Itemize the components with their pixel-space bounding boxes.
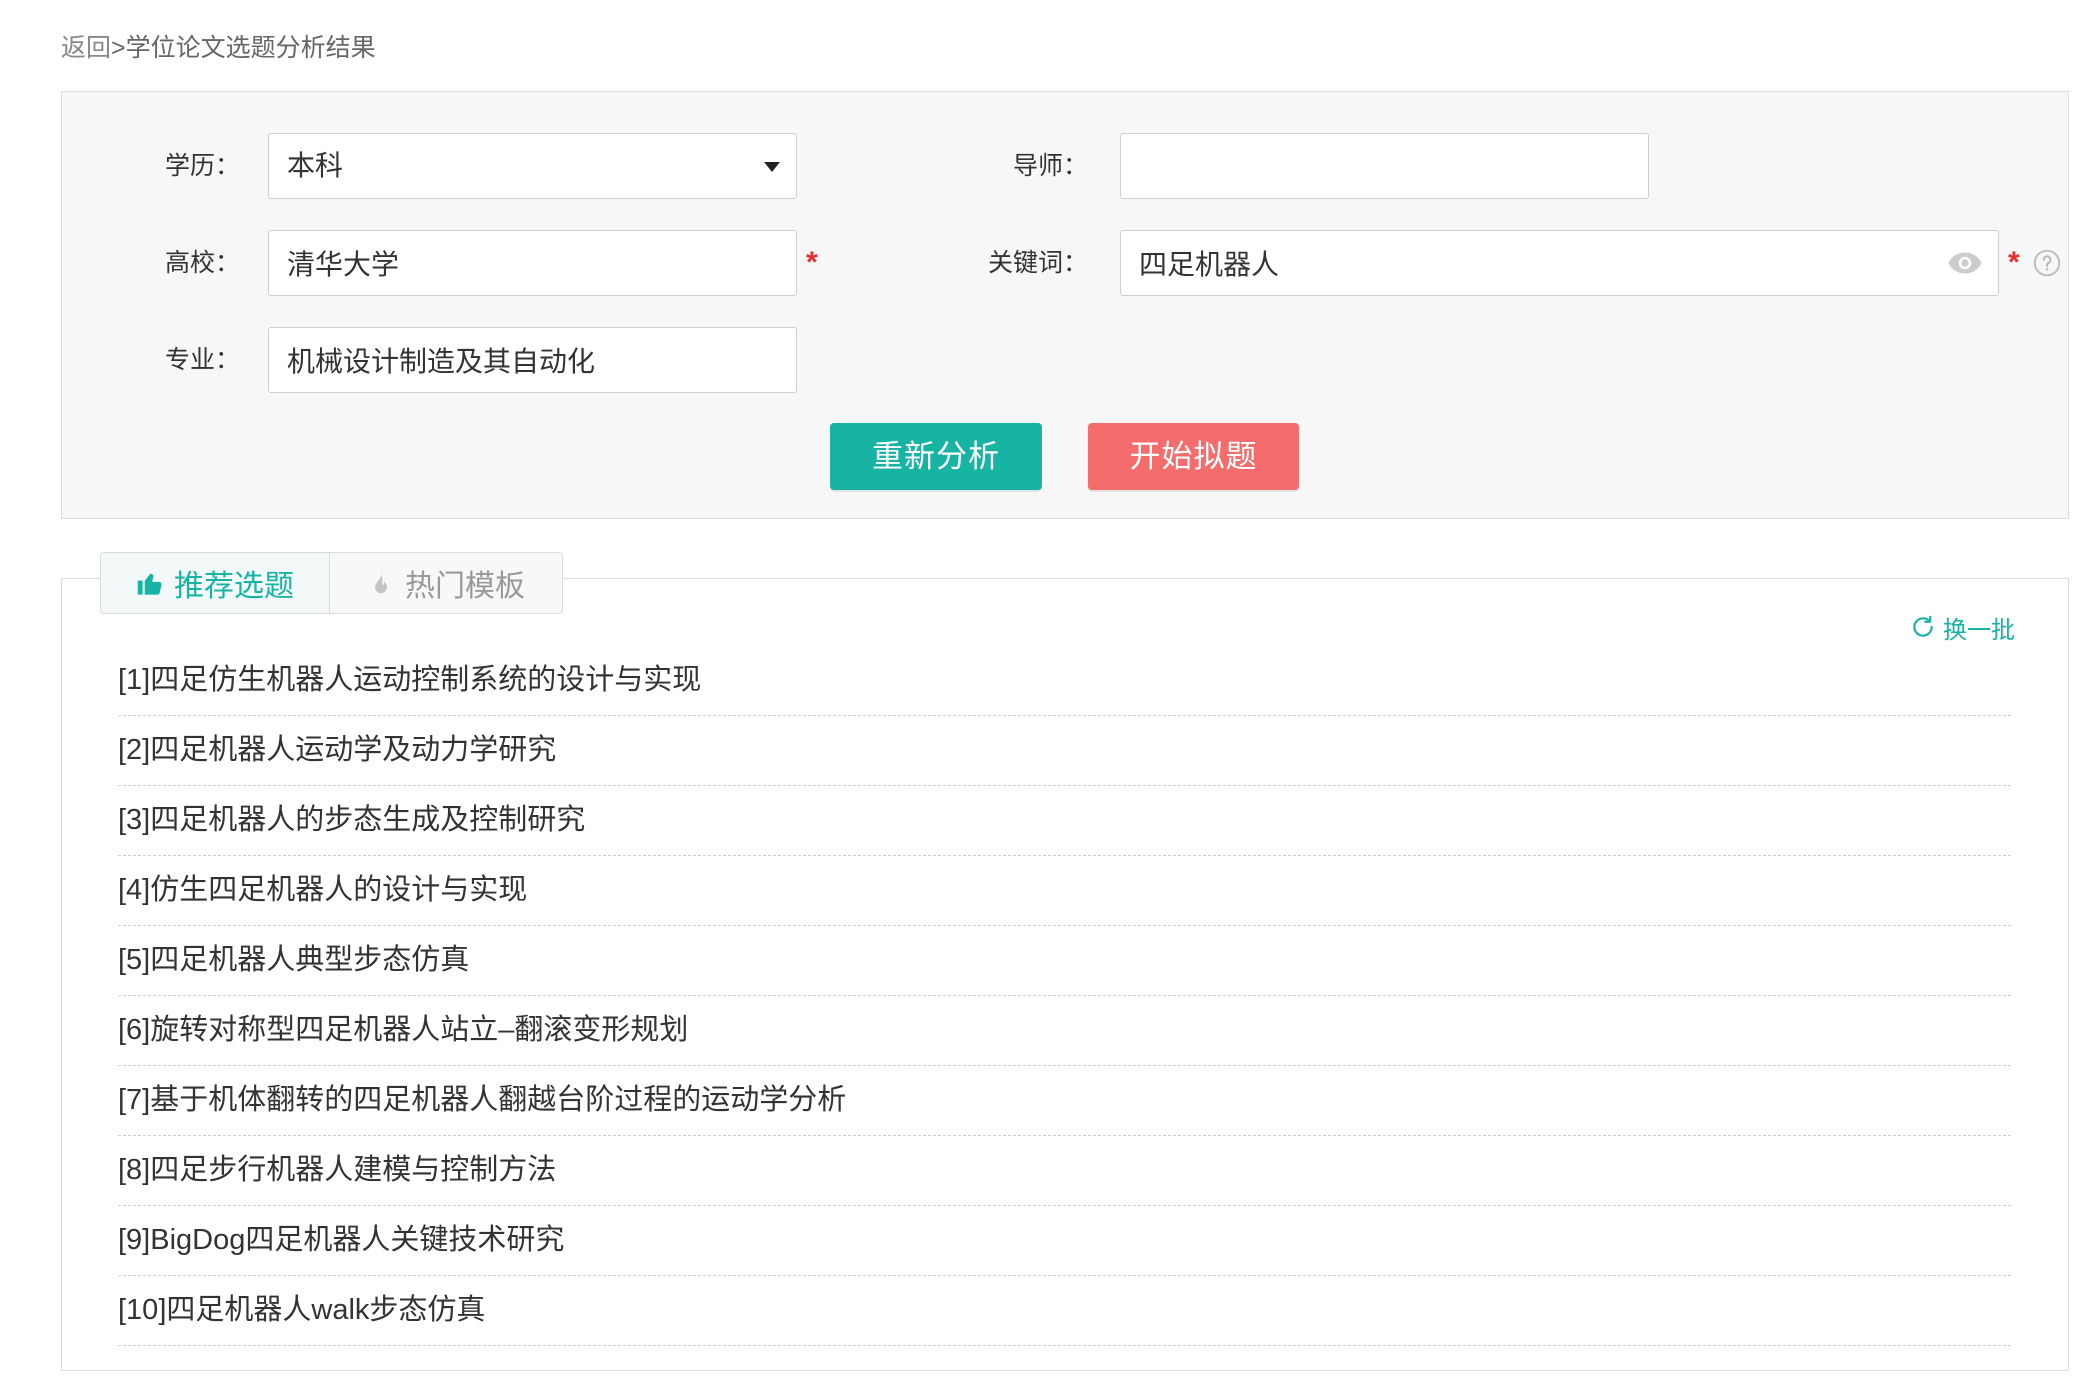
major-input[interactable] bbox=[268, 327, 797, 393]
list-item[interactable]: [7]基于机体翻转的四足机器人翻越台阶过程的运动学分析 bbox=[118, 1066, 2011, 1136]
refresh-label: 换一批 bbox=[1943, 616, 2015, 644]
university-label: 高校： bbox=[164, 249, 240, 277]
eye-icon[interactable] bbox=[1947, 251, 1983, 275]
analysis-form-panel: 学历： 本科 导师： 高校： * 关键词： * 专业： 重新分析 开始拟题 bbox=[61, 91, 2069, 519]
topic-title: 四足机器人典型步态仿真 bbox=[150, 944, 470, 976]
topic-list: [1]四足仿生机器人运动控制系统的设计与实现 [2]四足机器人运动学及动力学研究… bbox=[118, 646, 2011, 1346]
degree-select[interactable]: 本科 bbox=[268, 133, 797, 199]
keywords-required-mark: * bbox=[2008, 246, 2020, 279]
topic-index: [3] bbox=[118, 804, 151, 836]
topic-index: [1] bbox=[118, 664, 151, 696]
topic-index: [8] bbox=[118, 1154, 151, 1186]
breadcrumb-separator: > bbox=[111, 34, 126, 62]
university-required-mark: * bbox=[806, 246, 818, 279]
topic-title: 仿生四足机器人的设计与实现 bbox=[150, 874, 528, 906]
keywords-input[interactable] bbox=[1120, 230, 1999, 296]
topic-title: BigDog四足机器人关键技术研究 bbox=[150, 1224, 565, 1256]
tab-label: 热门模板 bbox=[405, 570, 525, 603]
topic-index: [10] bbox=[118, 1294, 167, 1326]
list-item[interactable]: [10]四足机器人walk步态仿真 bbox=[118, 1276, 2011, 1346]
tab-label: 推荐选题 bbox=[174, 570, 294, 603]
list-item[interactable]: [9]BigDog四足机器人关键技术研究 bbox=[118, 1206, 2011, 1276]
breadcrumb-current: 学位论文选题分析结果 bbox=[125, 34, 376, 62]
degree-label: 学历： bbox=[164, 152, 240, 180]
topic-index: [9] bbox=[118, 1224, 151, 1256]
university-input[interactable] bbox=[268, 230, 797, 296]
chevron-down-icon bbox=[764, 162, 780, 172]
topic-title: 四足机器人运动学及动力学研究 bbox=[150, 734, 557, 766]
topic-title: 四足机器人的步态生成及控制研究 bbox=[150, 804, 586, 836]
topic-title: 四足机器人walk步态仿真 bbox=[166, 1294, 486, 1326]
refresh-icon bbox=[1910, 614, 1936, 640]
reanalyze-button[interactable]: 重新分析 bbox=[830, 423, 1042, 490]
list-item[interactable]: [5]四足机器人典型步态仿真 bbox=[118, 926, 2011, 996]
advisor-input[interactable] bbox=[1120, 133, 1649, 199]
start-drafting-button[interactable]: 开始拟题 bbox=[1088, 423, 1299, 490]
degree-select-value: 本科 bbox=[287, 150, 344, 181]
topic-index: [2] bbox=[118, 734, 151, 766]
list-item[interactable]: [2]四足机器人运动学及动力学研究 bbox=[118, 716, 2011, 786]
topic-title: 四足步行机器人建模与控制方法 bbox=[150, 1154, 557, 1186]
topic-index: [7] bbox=[118, 1084, 151, 1116]
results-panel: 换一批 [1]四足仿生机器人运动控制系统的设计与实现 [2]四足机器人运动学及动… bbox=[61, 578, 2069, 1371]
thumbs-up-icon bbox=[136, 569, 164, 597]
major-label: 专业： bbox=[164, 346, 240, 374]
list-item[interactable]: [4]仿生四足机器人的设计与实现 bbox=[118, 856, 2011, 926]
advisor-label: 导师： bbox=[1012, 152, 1088, 180]
tab-recommended-topics[interactable]: 推荐选题 bbox=[100, 552, 330, 614]
breadcrumb: 返回>学位论文选题分析结果 bbox=[61, 31, 376, 65]
list-item[interactable]: [3]四足机器人的步态生成及控制研究 bbox=[118, 786, 2011, 856]
keywords-label: 关键词： bbox=[987, 249, 1088, 277]
topic-title: 旋转对称型四足机器人站立–翻滚变形规划 bbox=[150, 1014, 689, 1046]
breadcrumb-back-link[interactable]: 返回 bbox=[61, 34, 111, 62]
list-item[interactable]: [6]旋转对称型四足机器人站立–翻滚变形规划 bbox=[118, 996, 2011, 1066]
topic-title: 基于机体翻转的四足机器人翻越台阶过程的运动学分析 bbox=[150, 1084, 847, 1116]
topic-index: [4] bbox=[118, 874, 151, 906]
list-item[interactable]: [1]四足仿生机器人运动控制系统的设计与实现 bbox=[118, 646, 2011, 716]
list-item[interactable]: [8]四足步行机器人建模与控制方法 bbox=[118, 1136, 2011, 1206]
tab-hot-templates[interactable]: 热门模板 bbox=[329, 552, 563, 614]
refresh-batch-button[interactable]: 换一批 bbox=[1910, 612, 2015, 644]
fire-icon bbox=[367, 569, 395, 597]
topic-title: 四足仿生机器人运动控制系统的设计与实现 bbox=[150, 664, 702, 696]
topic-index: [5] bbox=[118, 944, 151, 976]
help-icon[interactable] bbox=[2033, 249, 2061, 277]
topic-index: [6] bbox=[118, 1014, 151, 1046]
